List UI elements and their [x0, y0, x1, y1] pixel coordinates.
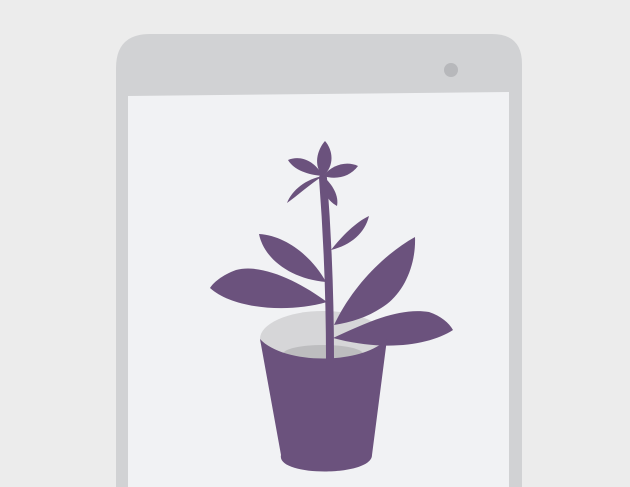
- illustration-canvas: [0, 0, 630, 487]
- camera-icon: [444, 63, 458, 77]
- tablet-plant-illustration: [0, 0, 630, 487]
